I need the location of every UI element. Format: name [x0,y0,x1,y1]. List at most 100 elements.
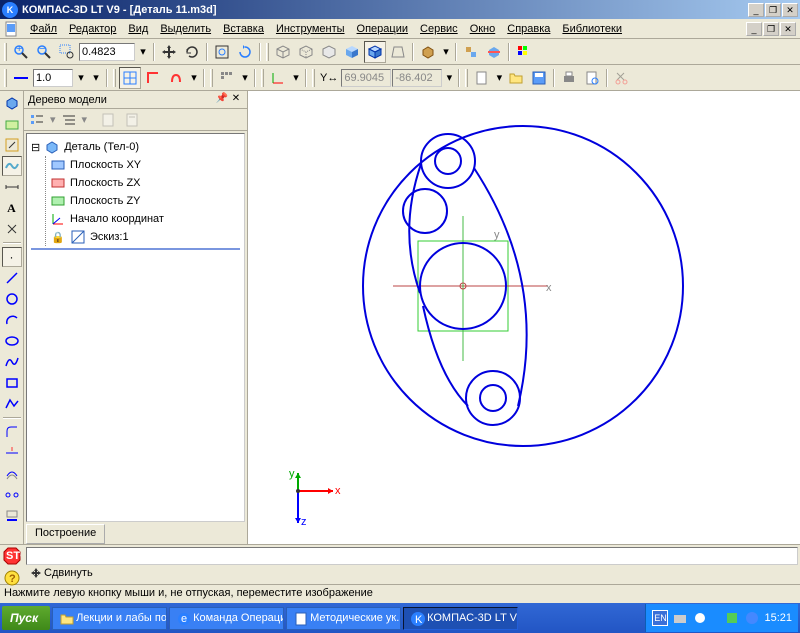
point-icon[interactable]: · [2,247,22,267]
tree-origin[interactable]: Начало координат [50,210,240,228]
tray-icon-4[interactable] [744,610,760,626]
tree-sketch[interactable]: 🔒Эскиз:1 [50,228,240,246]
tree-tool-3-icon[interactable] [97,109,119,131]
zoom-in-icon[interactable]: + [10,41,32,63]
preview-icon[interactable] [581,67,603,89]
dropdown-icon[interactable]: ▾ [290,67,302,89]
text-icon[interactable]: A [2,198,22,218]
linestyle-icon[interactable] [10,67,32,89]
taskbar-item-3[interactable]: Методические ук... [286,607,401,630]
dropdown-icon[interactable]: ▾ [494,67,504,89]
rect-icon[interactable] [2,373,22,393]
pattern-icon[interactable] [2,485,22,505]
close-button[interactable]: ✕ [782,3,798,17]
bottom-tab[interactable]: Сдвинуть [26,567,97,579]
tree-plane-xy[interactable]: Плоскость XY [50,156,240,174]
dropdown-icon[interactable]: ▾ [239,67,251,89]
project-icon[interactable] [2,506,22,526]
hidden-lines-icon[interactable] [295,41,317,63]
start-button[interactable]: Пуск [2,606,50,630]
tree-body[interactable]: ⊟ Деталь (Тел-0) Плоскость XY Плоскость … [26,133,245,522]
grip[interactable] [261,69,264,87]
menu-select[interactable]: Выделить [154,21,217,37]
grip[interactable] [312,69,315,87]
menu-insert[interactable]: Вставка [217,21,270,37]
menu-operations[interactable]: Операции [351,21,414,37]
canvas-area[interactable]: y x x y [248,91,800,544]
tree-plane-zx[interactable]: Плоскость ZX [50,174,240,192]
grid-icon[interactable] [216,67,238,89]
menu-window[interactable]: Окно [464,21,502,37]
plane-icon[interactable] [2,114,22,134]
menu-help[interactable]: Справка [501,21,556,37]
grip[interactable] [4,43,7,61]
dropdown-icon[interactable]: ▾ [188,67,200,89]
menu-service[interactable]: Сервис [414,21,464,37]
ortho-icon[interactable] [142,67,164,89]
mdi-minimize-button[interactable]: _ [746,22,762,36]
tree-tool-2-icon[interactable] [58,109,80,131]
grip[interactable] [4,69,7,87]
spline-icon[interactable] [2,352,22,372]
tray-icon-1[interactable] [672,610,688,626]
lcs-icon[interactable] [267,67,289,89]
open-icon[interactable] [505,67,527,89]
minimize-button[interactable]: _ [748,3,764,17]
stop-icon[interactable]: STOP [3,547,21,568]
perspective-icon[interactable] [387,41,409,63]
tree-plane-zy[interactable]: Плоскость ZY [50,192,240,210]
clock[interactable]: 15:21 [764,612,792,624]
snap-grid-icon[interactable] [119,67,141,89]
mdi-close-button[interactable]: ✕ [780,22,796,36]
dropdown-icon[interactable]: ▾ [443,67,455,89]
constraint-icon[interactable] [2,219,22,239]
tree-tool-1-icon[interactable] [26,109,48,131]
tree-tool-4-icon[interactable] [121,109,143,131]
arc-icon[interactable] [2,310,22,330]
pin-icon[interactable]: 📌 [215,93,229,107]
shaded-edges-icon[interactable] [364,41,386,63]
taskbar-item-4[interactable]: KКОМПАС-3D LT V... [403,607,518,630]
lang-indicator[interactable]: EN [652,610,668,626]
fillet-icon[interactable] [2,422,22,442]
menu-tools[interactable]: Инструменты [270,21,351,37]
menu-editor[interactable]: Редактор [63,21,122,37]
dropdown-icon[interactable]: ▾ [440,41,452,63]
dimension-icon[interactable] [2,177,22,197]
dropdown-icon[interactable]: ▾ [74,67,88,89]
offset-icon[interactable] [2,464,22,484]
color-icon[interactable] [513,41,535,63]
zoom-value-input[interactable] [79,43,135,61]
sketch-icon[interactable] [2,135,22,155]
cut-icon[interactable] [611,67,633,89]
view-orientation-icon[interactable] [417,41,439,63]
line-icon[interactable] [2,268,22,288]
mdi-restore-button[interactable]: ❐ [763,22,779,36]
grip[interactable] [266,43,269,61]
zoom-out-icon[interactable]: − [33,41,55,63]
shaded-icon[interactable] [341,41,363,63]
print-icon[interactable] [558,67,580,89]
menu-file[interactable]: Файл [24,21,63,37]
menu-libraries[interactable]: Библиотеки [556,21,628,37]
dropdown-zoom-icon[interactable]: ▾ [136,41,150,63]
zoom-region-icon[interactable] [56,41,78,63]
extrude-icon[interactable] [2,93,22,113]
save-icon[interactable] [528,67,550,89]
rotate-icon[interactable] [181,41,203,63]
refresh-icon[interactable] [234,41,256,63]
grip[interactable] [465,69,468,87]
scale-input[interactable] [33,69,73,87]
surface-icon[interactable] [2,156,22,176]
grip[interactable] [113,69,116,87]
section-view-icon[interactable] [483,41,505,63]
system-tray[interactable]: EN 15:21 [645,604,798,632]
grip[interactable] [210,69,213,87]
new-icon[interactable] [471,67,493,89]
property-strip[interactable] [26,547,798,565]
ellipse-icon[interactable] [2,331,22,351]
tree-root[interactable]: ⊟ Деталь (Тел-0) [31,138,240,156]
menu-view[interactable]: Вид [122,21,154,37]
tree-tab[interactable]: Построение [26,524,105,544]
wireframe-icon[interactable] [272,41,294,63]
